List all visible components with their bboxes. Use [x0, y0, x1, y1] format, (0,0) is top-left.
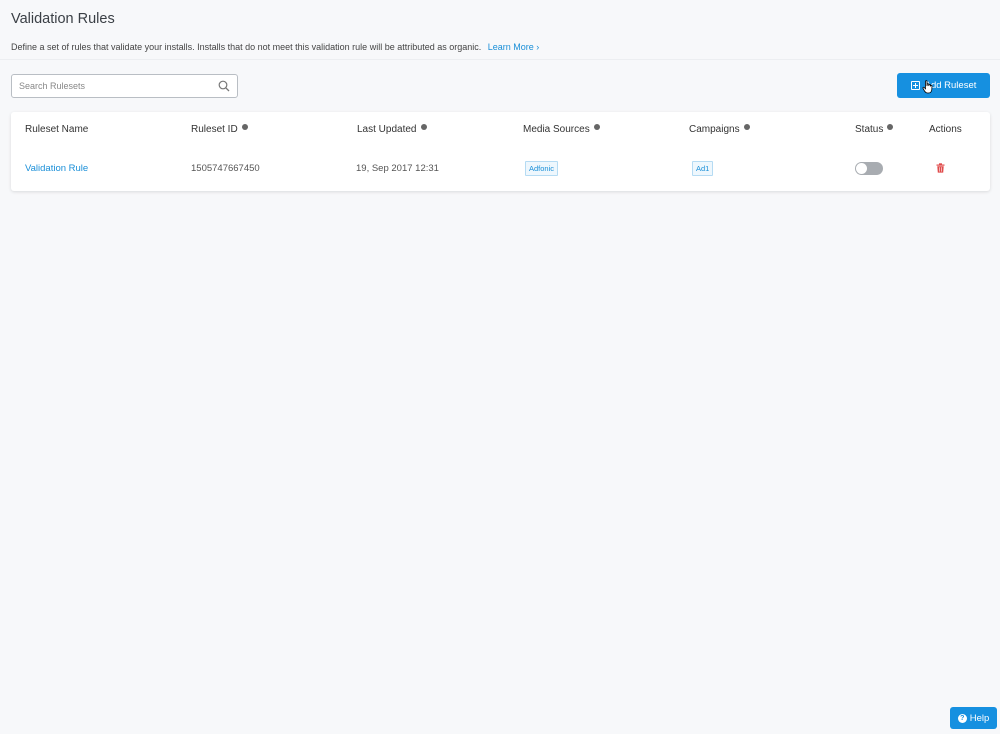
page-header: Validation Rules Define a set of rules t…: [11, 10, 990, 53]
col-last-updated: Last Updated: [357, 123, 427, 135]
table-header: Ruleset Name Ruleset ID Last Updated Med…: [11, 112, 990, 148]
help-button[interactable]: ? Help: [950, 707, 997, 729]
search-icon[interactable]: [218, 80, 230, 92]
col-actions: Actions: [929, 124, 962, 135]
page-description: Define a set of rules that validate your…: [11, 41, 990, 53]
info-icon[interactable]: [887, 123, 894, 130]
toggle-knob: [856, 163, 867, 174]
campaign-tag: Ad1: [692, 161, 714, 176]
add-icon: [910, 81, 920, 90]
header-divider: [0, 59, 1000, 60]
search-box[interactable]: [11, 74, 238, 98]
hand-cursor-icon: [922, 80, 933, 94]
col-campaigns: Campaigns: [689, 123, 750, 135]
learn-more-link[interactable]: Learn More ›: [488, 42, 540, 52]
trash-icon[interactable]: [936, 163, 945, 173]
info-icon[interactable]: [420, 123, 427, 130]
table-row: Validation Rule 1505747667450 19, Sep 20…: [11, 148, 990, 191]
ruleset-name-link[interactable]: Validation Rule: [25, 163, 88, 174]
help-label: Help: [969, 712, 990, 724]
media-source-tag: Adfonic: [525, 161, 559, 176]
question-icon: ?: [957, 713, 967, 723]
ruleset-id: 1505747667450: [191, 163, 260, 174]
search-input[interactable]: [12, 75, 207, 97]
col-status: Status: [855, 123, 894, 135]
rulesets-table: Ruleset Name Ruleset ID Last Updated Med…: [11, 112, 990, 191]
last-updated: 19, Sep 2017 12:31: [356, 163, 439, 174]
col-media-sources: Media Sources: [523, 123, 600, 135]
description-text: Define a set of rules that validate your…: [11, 42, 482, 52]
page-title: Validation Rules: [11, 11, 115, 27]
status-toggle[interactable]: [855, 162, 883, 175]
info-icon[interactable]: [241, 123, 248, 130]
col-ruleset-name: Ruleset Name: [25, 124, 89, 135]
col-ruleset-id: Ruleset ID: [191, 123, 248, 135]
info-icon[interactable]: [743, 123, 750, 130]
info-icon[interactable]: [593, 123, 600, 130]
add-ruleset-button[interactable]: Add Ruleset: [897, 73, 990, 98]
